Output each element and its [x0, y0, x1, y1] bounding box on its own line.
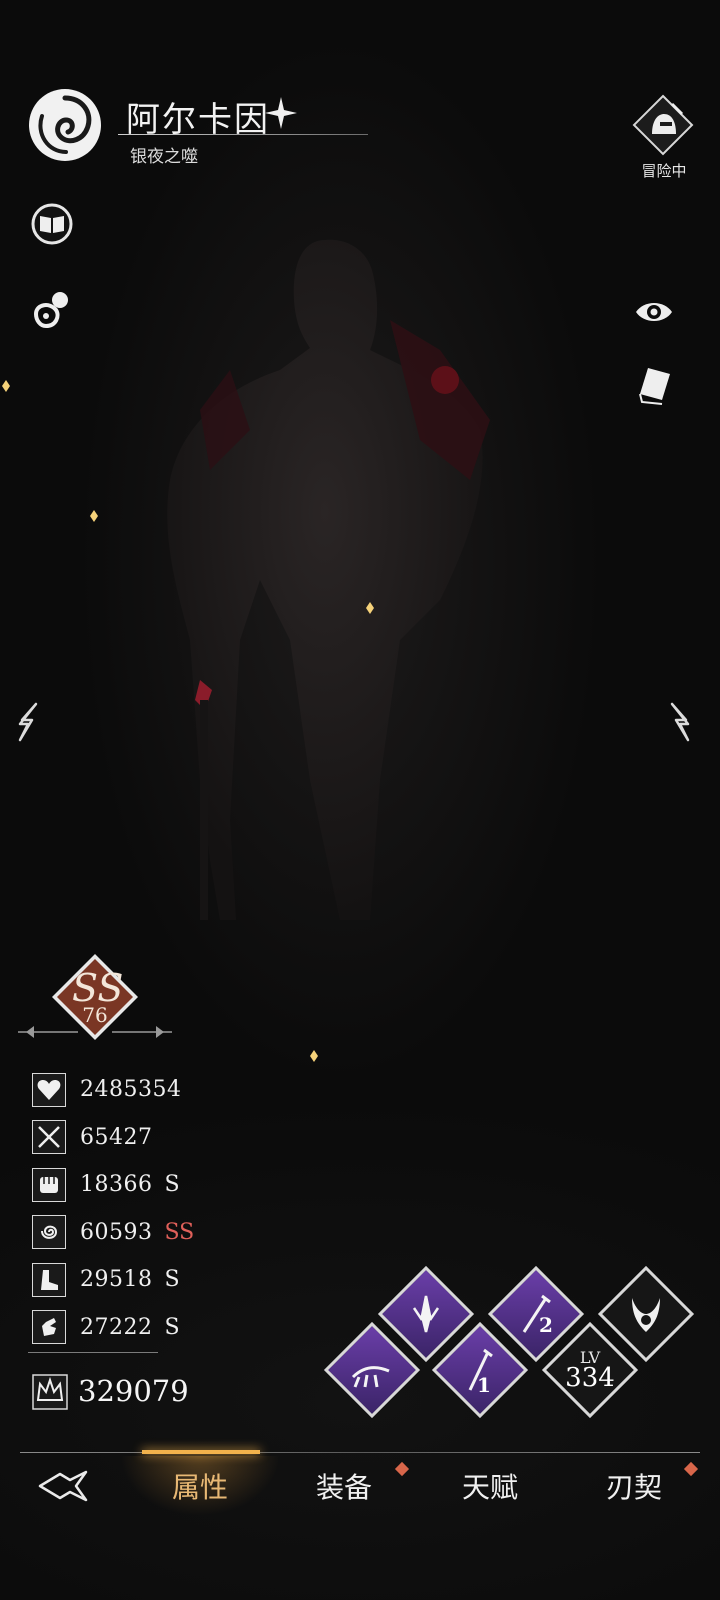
- pacifier-icon[interactable]: [30, 288, 74, 332]
- level-value: 334: [565, 1363, 615, 1393]
- stat-value: 65427: [80, 1124, 153, 1150]
- spark-particle: [366, 602, 374, 614]
- stat-value: 18366: [80, 1172, 153, 1198]
- stats-divider: [28, 1352, 158, 1353]
- stat-row-attack[interactable]: 65427: [32, 1114, 272, 1162]
- spark-particle: [2, 380, 10, 392]
- nav-divider: [20, 1452, 700, 1453]
- stat-grade: SS: [164, 1219, 195, 1245]
- stat-value: 29518: [80, 1267, 153, 1293]
- tab-blade-pact[interactable]: 刃契: [574, 1466, 694, 1506]
- stat-grade: S: [164, 1314, 180, 1340]
- nav-active-indicator: [142, 1450, 260, 1454]
- tab-attributes[interactable]: 属性: [140, 1466, 260, 1506]
- stat-row-dexterity[interactable]: 27222 S: [32, 1304, 272, 1352]
- rank-level: 76: [82, 1003, 108, 1027]
- tab-equipment[interactable]: 装备: [284, 1466, 404, 1506]
- adventure-status-label: 冒险中: [641, 162, 687, 180]
- stat-value: 27222: [80, 1314, 153, 1340]
- tab-talents[interactable]: 天赋: [430, 1466, 550, 1506]
- heart-icon: [32, 1072, 66, 1107]
- skill-slot-number: 1: [477, 1373, 491, 1397]
- name-underline: [118, 134, 368, 135]
- star-icon: [265, 97, 297, 129]
- eye-icon[interactable]: [632, 290, 676, 334]
- stat-value: 60593: [80, 1219, 153, 1245]
- book-icon[interactable]: [30, 202, 74, 246]
- stats-list: 2485354 65427 18366 S 60593 SS 29518 S 2…: [32, 1066, 272, 1351]
- character-figure: [167, 239, 490, 920]
- skill-slot-number: 2: [539, 1313, 553, 1337]
- power-crown-icon: [32, 1374, 68, 1410]
- spiral-icon: [32, 1215, 66, 1250]
- stat-row-strength[interactable]: 18366 S: [32, 1161, 272, 1209]
- boot-icon: [32, 1262, 66, 1297]
- crossed-swords-icon: [32, 1120, 66, 1155]
- spark-particle: [90, 510, 98, 522]
- spark-particle: [310, 1050, 318, 1062]
- previous-character-arrow-icon[interactable]: [14, 700, 42, 744]
- stat-row-spirit[interactable]: 60593 SS: [32, 1209, 272, 1257]
- adventure-helmet-icon[interactable]: [632, 94, 694, 156]
- combat-power-value: 329079: [78, 1374, 189, 1408]
- next-character-arrow-icon[interactable]: [666, 700, 694, 744]
- hand-icon: [32, 1310, 66, 1345]
- back-icon[interactable]: [36, 1466, 92, 1506]
- stat-row-agility[interactable]: 29518 S: [32, 1256, 272, 1304]
- faction-emblem-icon: [29, 89, 101, 161]
- stat-grade: S: [164, 1172, 180, 1198]
- fist-icon: [32, 1167, 66, 1202]
- stat-row-hp[interactable]: 2485354: [32, 1066, 272, 1114]
- character-title: 银夜之噬: [130, 147, 198, 167]
- stat-value: 2485354: [80, 1077, 182, 1103]
- stat-grade: S: [164, 1267, 180, 1293]
- card-icon[interactable]: [634, 364, 678, 408]
